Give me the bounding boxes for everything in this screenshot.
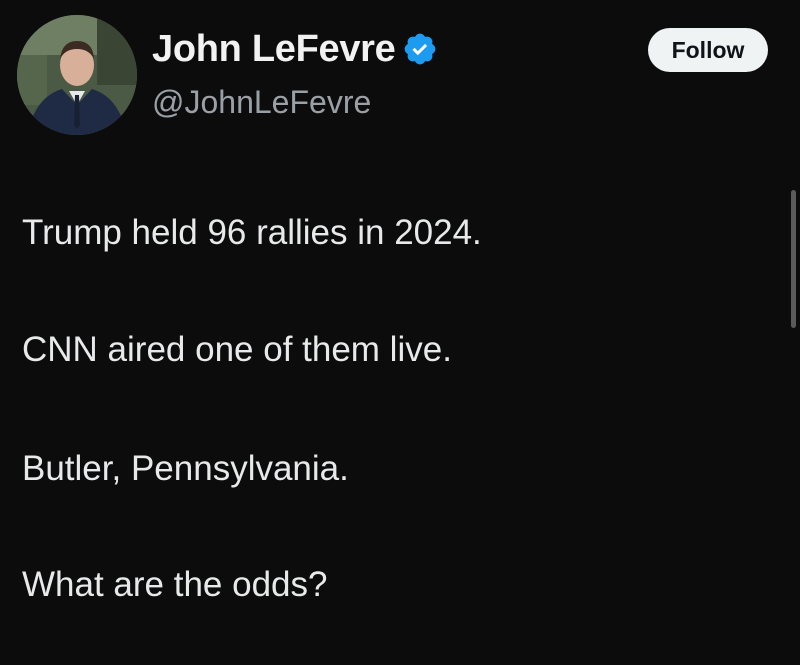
follow-button[interactable]: Follow	[648, 28, 768, 72]
tweet-text-line: CNN aired one of them live.	[22, 330, 452, 369]
profile-photo-icon	[17, 15, 137, 135]
scrollbar[interactable]	[791, 190, 796, 328]
tweet-card: John LeFevre @JohnLeFevre Follow Trump h…	[0, 0, 800, 665]
author-display-name[interactable]: John LeFevre	[152, 28, 396, 71]
avatar[interactable]	[17, 15, 137, 135]
tweet-text-line: What are the odds?	[22, 565, 328, 604]
author-handle[interactable]: @JohnLeFevre	[152, 84, 371, 121]
verified-badge-icon	[404, 33, 436, 65]
tweet-text-line: Trump held 96 rallies in 2024.	[22, 213, 482, 252]
tweet-text-line: Butler, Pennsylvania.	[22, 449, 349, 488]
